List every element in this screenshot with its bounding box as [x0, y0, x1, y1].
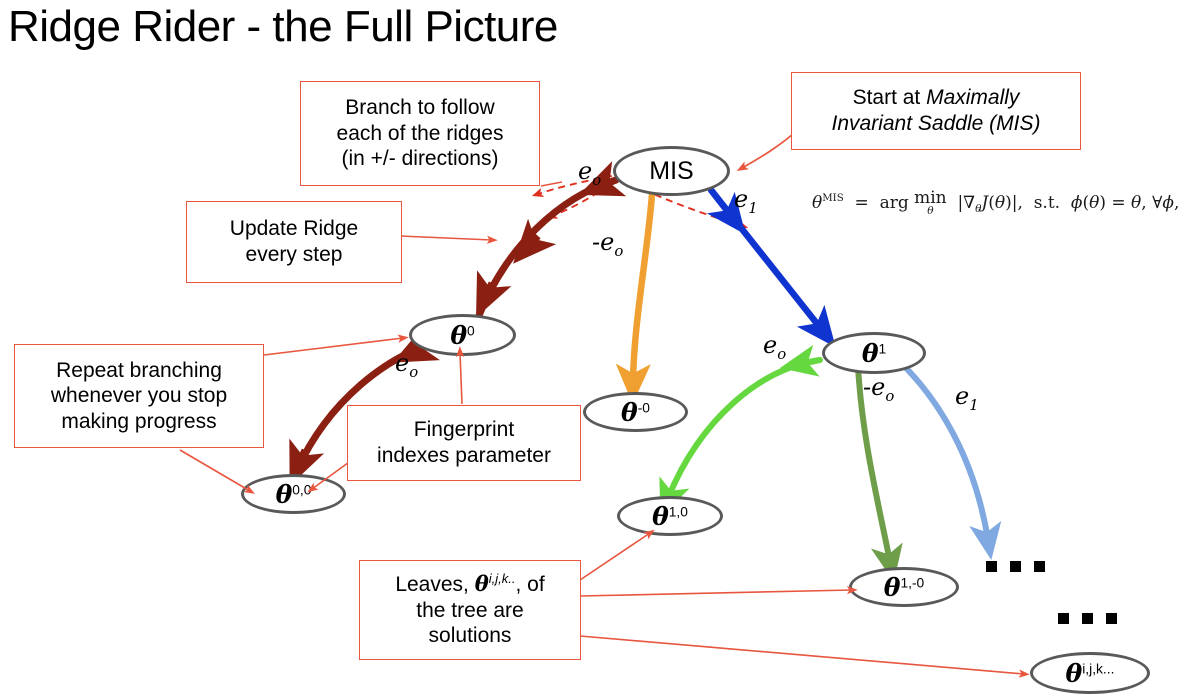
callout-line: Start at Maximally — [852, 86, 1020, 110]
callout-line: Repeat branching — [56, 358, 222, 382]
callout-update-ridge: Update Ridge every step — [186, 201, 402, 283]
callout-line: Leaves, θi,j,k.., of — [395, 571, 545, 597]
callout-line: Invariant Saddle (MIS) — [831, 112, 1041, 135]
callout-branch-to-follow: Branch to follow each of the ridges (in … — [300, 81, 540, 186]
callout-line: the tree are — [416, 598, 524, 622]
callout-line: solutions — [428, 624, 512, 648]
callout-line: every step — [245, 243, 343, 266]
callout-line: indexes parameter — [377, 444, 551, 467]
callout-start-at-mis: Start at Maximally Invariant Saddle (MIS… — [791, 72, 1081, 150]
callout-line: Fingerprint — [413, 418, 515, 442]
callout-line: each of the ridges — [336, 121, 504, 145]
callout-line: making progress — [61, 409, 217, 433]
callout-repeat-branching: Repeat branching whenever you stop makin… — [14, 344, 264, 448]
callout-leaves: Leaves, θi,j,k.., of the tree are soluti… — [359, 560, 581, 660]
callout-line: Branch to follow — [345, 96, 495, 120]
callout-line: (in +/- directions) — [341, 147, 499, 171]
callout-fingerprint: Fingerprint indexes parameter — [347, 405, 581, 481]
callout-line: Update Ridge — [229, 217, 359, 241]
slide-canvas: Ridge Rider - the Full Picture Branch to… — [0, 0, 1200, 697]
callout-line: whenever you stop — [50, 384, 228, 408]
